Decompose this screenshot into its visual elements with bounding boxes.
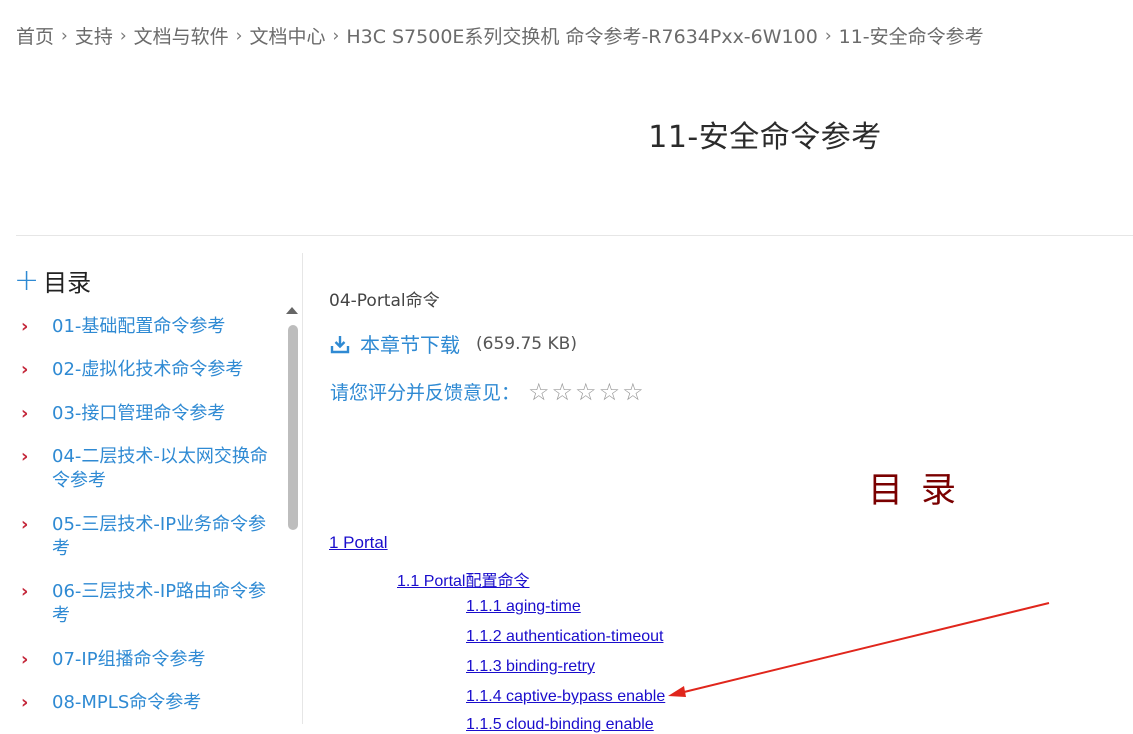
sidebar-item-02[interactable]: › 02-虚拟化技术命令参考	[16, 358, 274, 382]
breadcrumb-item[interactable]: 支持	[75, 22, 113, 49]
breadcrumb-separator: ›	[824, 25, 832, 46]
sidebar-item-label[interactable]: 01-基础配置命令参考	[52, 315, 272, 339]
sidebar-item-05[interactable]: › 05-三层技术-IP业务命令参考	[16, 513, 274, 561]
breadcrumb-item[interactable]: 文档与软件	[134, 22, 229, 49]
sidebar-item-08[interactable]: › 08-MPLS命令参考	[16, 691, 274, 715]
star-icon[interactable]: ☆	[575, 379, 597, 405]
toc-link-1-1-2[interactable]: 1.1.2 authentication-timeout	[466, 628, 663, 646]
sidebar-item-03[interactable]: › 03-接口管理命令参考	[16, 402, 274, 426]
sidebar-heading[interactable]: + 目录	[14, 263, 91, 298]
sidebar-item-label[interactable]: 08-MPLS命令参考	[52, 691, 272, 715]
rating-stars: ☆ ☆ ☆ ☆ ☆	[528, 379, 646, 405]
chevron-right-icon: ›	[21, 692, 29, 713]
breadcrumb-separator: ›	[332, 25, 340, 46]
chevron-right-icon: ›	[21, 649, 29, 670]
rating-label: 请您评分并反馈意见：	[330, 382, 521, 404]
toc-link-1-1-3[interactable]: 1.1.3 binding-retry	[466, 658, 595, 676]
sidebar-item-07[interactable]: › 07-IP组播命令参考	[16, 648, 274, 672]
sidebar-item-label[interactable]: 03-接口管理命令参考	[52, 402, 272, 426]
sidebar-scrollbar-thumb[interactable]	[288, 325, 298, 530]
breadcrumb-item[interactable]: H3C S7500E系列交换机 命令参考-R7634Pxx-6W100	[346, 22, 818, 49]
sidebar-item-04[interactable]: › 04-二层技术-以太网交换命令参考	[16, 445, 274, 493]
chapter-title: 04-Portal命令	[329, 291, 440, 311]
sidebar-item-label[interactable]: 02-虚拟化技术命令参考	[52, 358, 272, 382]
toc-title: 目录	[868, 471, 975, 511]
toc-link-1-1[interactable]: 1.1 Portal配置命令	[397, 567, 530, 591]
sidebar-item-06[interactable]: › 06-三层技术-IP路由命令参考	[16, 580, 274, 628]
chevron-right-icon: ›	[21, 359, 29, 380]
chevron-right-icon: ›	[21, 514, 29, 535]
download-icon[interactable]	[330, 334, 350, 354]
breadcrumb-item[interactable]: 首页	[16, 22, 54, 49]
header-divider	[16, 235, 1133, 236]
star-icon[interactable]: ☆	[528, 379, 550, 405]
chevron-right-icon: ›	[21, 403, 29, 424]
toc-link-1-1-1[interactable]: 1.1.1 aging-time	[466, 598, 581, 616]
chevron-right-icon: ›	[21, 446, 29, 467]
toc-link-1-1-4[interactable]: 1.1.4 captive-bypass enable	[466, 688, 665, 706]
breadcrumb: 首页 › 支持 › 文档与软件 › 文档中心 › H3C S7500E系列交换机 命令参考-R7…	[16, 22, 984, 49]
sidebar-item-label[interactable]: 07-IP组播命令参考	[52, 648, 272, 672]
toc-link-1-1-5[interactable]: 1.1.5 cloud-binding enable	[466, 716, 654, 734]
chevron-right-icon: ›	[21, 316, 29, 337]
toc-link-1[interactable]: 1 Portal	[329, 533, 388, 553]
chevron-right-icon: ›	[21, 581, 29, 602]
star-icon[interactable]: ☆	[599, 379, 621, 405]
download-section: 本章节下载 (659.75 KB)	[330, 329, 577, 358]
breadcrumb-separator: ›	[61, 25, 68, 46]
sidebar-divider	[302, 253, 303, 724]
page-title: 11-安全命令参考	[648, 120, 882, 155]
breadcrumb-item[interactable]: 文档中心	[249, 22, 325, 49]
sidebar-item-label[interactable]: 04-二层技术-以太网交换命令参考	[52, 445, 272, 493]
scroll-up-arrow-icon[interactable]	[286, 307, 298, 314]
sidebar-item-label[interactable]: 05-三层技术-IP业务命令参考	[52, 513, 272, 561]
sidebar-item-01[interactable]: › 01-基础配置命令参考	[16, 315, 274, 339]
file-size: (659.75 KB)	[476, 333, 577, 354]
sidebar-heading-label: 目录	[43, 269, 92, 297]
breadcrumb-separator: ›	[235, 25, 243, 46]
breadcrumb-separator: ›	[119, 25, 127, 46]
download-link[interactable]: 本章节下载	[360, 329, 460, 358]
sidebar-item-label[interactable]: 06-三层技术-IP路由命令参考	[52, 580, 272, 628]
breadcrumb-item[interactable]: 11-安全命令参考	[839, 22, 984, 49]
expand-plus-icon[interactable]: +	[14, 265, 39, 295]
star-icon[interactable]: ☆	[552, 379, 574, 405]
rating-section: 请您评分并反馈意见： ☆ ☆ ☆ ☆ ☆	[330, 378, 646, 405]
star-icon[interactable]: ☆	[622, 379, 644, 405]
